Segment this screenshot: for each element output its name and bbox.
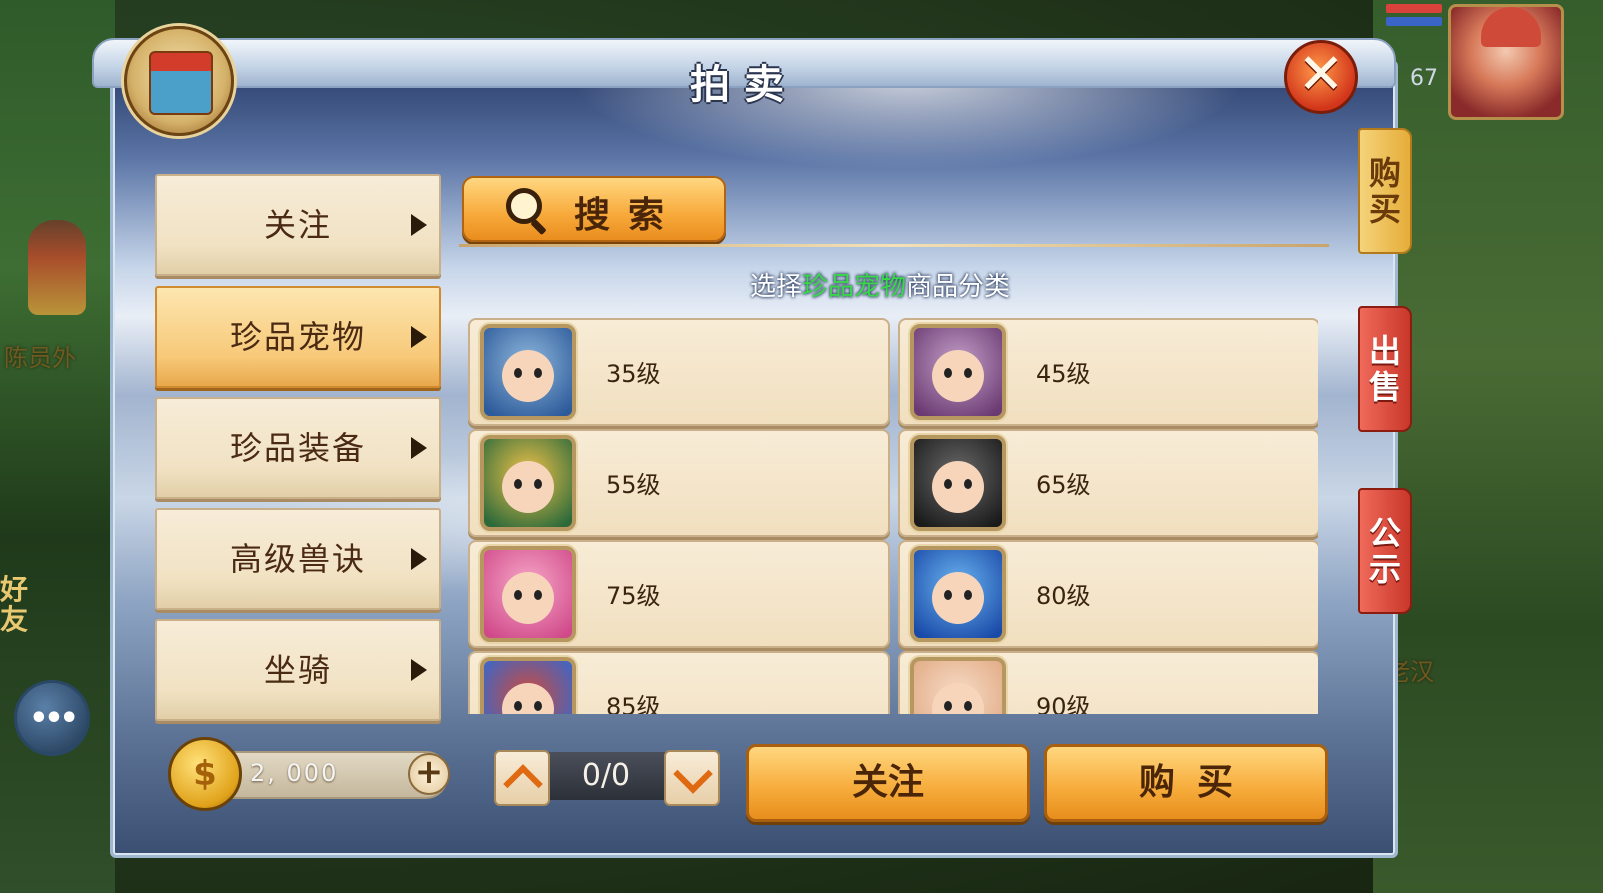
level-card[interactable]: 85级: [468, 651, 890, 714]
gold-coin-icon: [168, 737, 242, 811]
arrow-right-icon: [411, 214, 427, 236]
category-mounts[interactable]: 坐骑: [155, 619, 441, 721]
level-label: 90级: [1036, 693, 1091, 714]
category-label: 关注: [263, 206, 332, 244]
currency-display: 2, 000 +: [168, 737, 450, 811]
arrow-right-icon: [411, 548, 427, 570]
pig-pet-icon: [910, 324, 1006, 420]
bald-monk-pet-icon: [910, 657, 1006, 714]
level-label: 55级: [606, 471, 661, 499]
level-label: 85级: [606, 693, 661, 714]
player-avatar[interactable]: [1448, 4, 1564, 120]
buy-button[interactable]: 购买: [1044, 744, 1328, 822]
level-card[interactable]: 75级: [468, 540, 890, 648]
arrow-right-icon: [411, 437, 427, 459]
arrow-right-icon: [411, 659, 427, 681]
level-card[interactable]: 80级: [898, 540, 1318, 648]
level-label: 45级: [1036, 360, 1091, 388]
blue-hat-girl-pet-icon: [480, 324, 576, 420]
blue-demon-pet-icon: [480, 657, 576, 714]
player-level: 67: [1410, 66, 1438, 91]
category-advanced-skills[interactable]: 高级兽诀: [155, 508, 441, 610]
page-indicator: 0/0: [581, 758, 631, 793]
blue-hair-boy-pet-icon: [910, 546, 1006, 642]
category-hint: 选择珍品宠物商品分类: [750, 266, 1010, 303]
page-down-button[interactable]: [664, 750, 720, 806]
currency-amount: 2, 000: [250, 759, 339, 787]
tab-buy[interactable]: 购买: [1358, 128, 1412, 254]
buy-label: 购买: [1138, 762, 1255, 803]
follow-label: 关注: [851, 762, 924, 803]
level-label: 80级: [1036, 582, 1091, 610]
background-left-scene: [0, 0, 115, 893]
level-label: 35级: [606, 360, 661, 388]
follow-button[interactable]: 关注: [746, 744, 1030, 822]
hint-highlight: 珍品宠物: [802, 272, 907, 302]
chat-bubble-button[interactable]: •••: [14, 680, 90, 756]
tab-sell-label: 出售: [1368, 332, 1401, 406]
level-grid: 35级 45级 55级 65级 75级 80级 85级 90级: [466, 316, 1318, 714]
chat-icon: •••: [29, 700, 78, 736]
tab-notice-label: 公示: [1368, 514, 1401, 588]
page-up-button[interactable]: [494, 750, 550, 806]
category-follow[interactable]: 关注: [155, 174, 441, 276]
hint-prefix: 选择: [750, 272, 803, 302]
level-card[interactable]: 90级: [898, 651, 1318, 714]
category-label: 坐骑: [263, 651, 332, 689]
level-card[interactable]: 65级: [898, 429, 1318, 537]
close-button[interactable]: ✕: [1284, 40, 1358, 114]
category-rare-equipment[interactable]: 珍品装备: [155, 397, 441, 499]
chevron-down-icon: [673, 754, 713, 794]
npc-name-left: 陈员外: [4, 344, 76, 372]
category-label: 珍品装备: [229, 429, 366, 467]
tab-notice[interactable]: 公示: [1358, 488, 1412, 614]
category-label: 珍品宠物: [229, 318, 366, 356]
npc-figure-left: [28, 220, 86, 315]
level-card[interactable]: 55级: [468, 429, 890, 537]
mustached-official-pet-icon: [480, 435, 576, 531]
pink-fairy-pet-icon: [480, 546, 576, 642]
level-label: 65级: [1036, 471, 1091, 499]
friend-tag[interactable]: 好友: [0, 575, 28, 635]
panel-title: 拍卖: [690, 62, 798, 108]
hint-suffix: 商品分类: [906, 272, 1011, 302]
category-label: 高级兽诀: [229, 540, 366, 578]
category-rare-pets[interactable]: 珍品宠物: [155, 286, 441, 388]
pager: 0/0: [494, 750, 720, 806]
search-label: 搜索: [574, 195, 683, 236]
tab-sell[interactable]: 出售: [1358, 306, 1412, 432]
search-button[interactable]: 搜索: [462, 176, 726, 242]
chevron-up-icon: [503, 764, 543, 804]
arrow-right-icon: [411, 326, 427, 348]
auction-house-emblem-icon: [124, 26, 234, 136]
player-status-bars: [1386, 4, 1442, 30]
tab-buy-label: 购买: [1368, 154, 1401, 228]
level-card[interactable]: 35级: [468, 318, 890, 426]
add-currency-button[interactable]: +: [408, 753, 450, 795]
level-card[interactable]: 45级: [898, 318, 1318, 426]
level-label: 75级: [606, 582, 661, 610]
dark-ghost-pet-icon: [910, 435, 1006, 531]
divider: [459, 244, 1329, 247]
search-icon: [506, 188, 542, 224]
